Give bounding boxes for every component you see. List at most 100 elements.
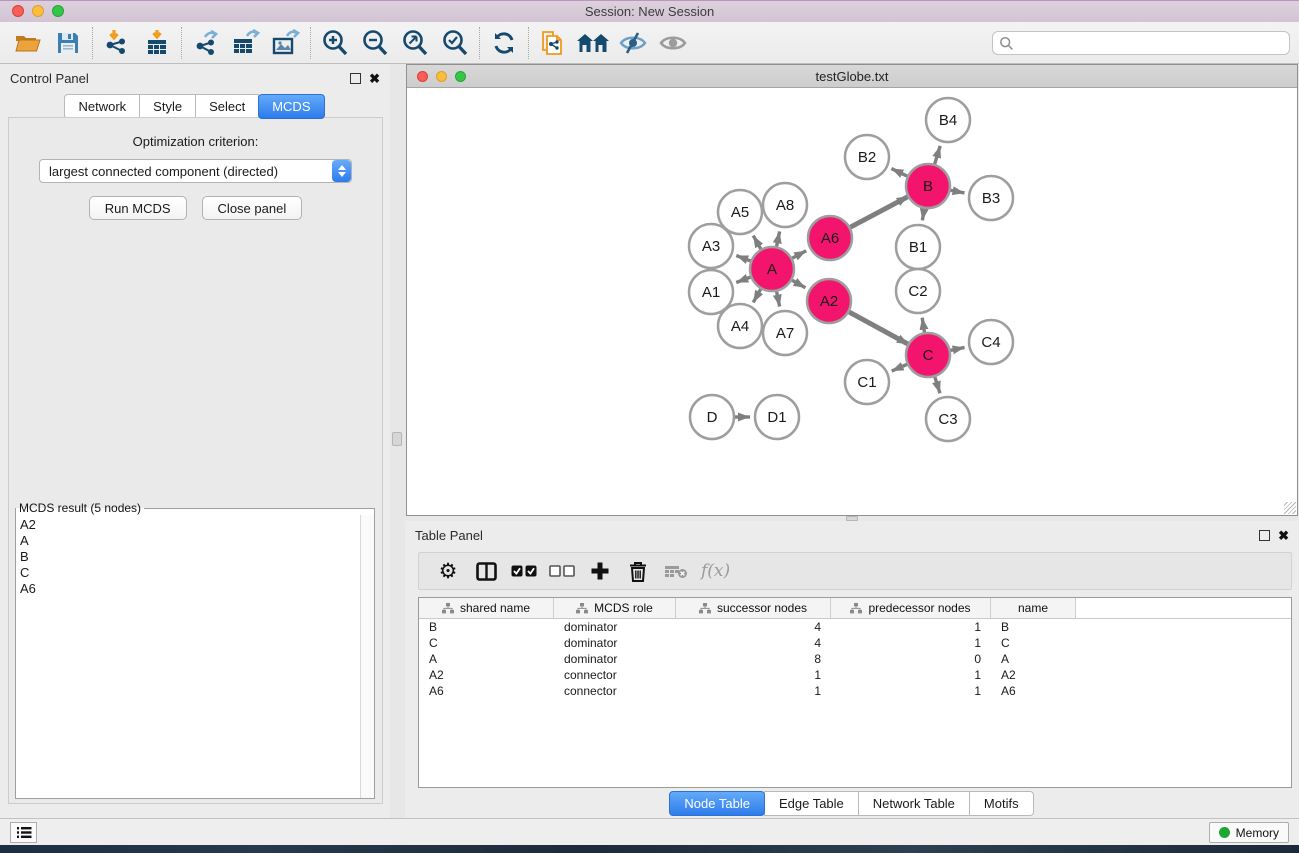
table-cell[interactable]: A2 bbox=[419, 668, 554, 682]
table-row[interactable]: Bdominator41B bbox=[419, 619, 1291, 635]
mcds-result-item[interactable]: C bbox=[16, 565, 360, 581]
table-settings-button[interactable]: ⚙ bbox=[429, 561, 467, 582]
graph-node[interactable]: A8 bbox=[763, 183, 807, 227]
graph-edge[interactable] bbox=[950, 190, 965, 193]
table-header-row[interactable]: shared nameMCDS rolesuccessor nodesprede… bbox=[419, 598, 1291, 619]
network-graph[interactable]: B4B2BB3A8A5A6A3B1AA1C2A2A4A7C4CC1DD1C3 bbox=[407, 88, 1297, 515]
graph-edge[interactable] bbox=[753, 236, 761, 250]
table-cell[interactable]: A bbox=[991, 652, 1076, 666]
criterion-dropdown[interactable]: largest connected component (directed) bbox=[39, 159, 352, 183]
add-column-button[interactable] bbox=[581, 561, 619, 581]
delete-table-button[interactable] bbox=[657, 563, 695, 579]
delete-column-button[interactable] bbox=[619, 561, 657, 582]
hide-selected-button[interactable] bbox=[613, 25, 653, 61]
refresh-button[interactable] bbox=[484, 25, 524, 61]
export-image-button[interactable] bbox=[266, 25, 306, 61]
mcds-result-item[interactable]: A2 bbox=[16, 517, 360, 533]
search-input[interactable] bbox=[1014, 33, 1289, 53]
zoom-out-button[interactable] bbox=[355, 25, 395, 61]
graph-node[interactable]: C2 bbox=[896, 269, 940, 313]
table-body[interactable]: Bdominator41BCdominator41CAdominator80AA… bbox=[419, 619, 1291, 699]
graph-node[interactable]: C4 bbox=[969, 320, 1013, 364]
table-cell[interactable]: C bbox=[991, 636, 1076, 650]
deselect-all-button[interactable] bbox=[543, 565, 581, 577]
panel-splitter[interactable] bbox=[390, 64, 405, 818]
open-session-button[interactable] bbox=[8, 25, 48, 61]
column-header-successor-nodes[interactable]: successor nodes bbox=[676, 598, 831, 618]
import-network-button[interactable] bbox=[97, 25, 137, 61]
graph-edge[interactable] bbox=[736, 256, 751, 262]
table-row[interactable]: Adominator80A bbox=[419, 651, 1291, 667]
zoom-in-button[interactable] bbox=[315, 25, 355, 61]
column-header-name[interactable]: name bbox=[991, 598, 1076, 618]
column-header-MCDS-role[interactable]: MCDS role bbox=[554, 598, 676, 618]
graph-edge[interactable] bbox=[892, 364, 908, 371]
tab-motifs[interactable]: Motifs bbox=[969, 791, 1034, 816]
float-table-panel-icon[interactable] bbox=[1259, 530, 1270, 541]
window-resize-handle[interactable] bbox=[1284, 502, 1296, 514]
table-row[interactable]: Cdominator41C bbox=[419, 635, 1291, 651]
graph-edge[interactable] bbox=[849, 196, 908, 227]
graph-edge[interactable] bbox=[791, 251, 806, 259]
table-cell[interactable]: 8 bbox=[676, 652, 831, 666]
import-table-button[interactable] bbox=[137, 25, 177, 61]
select-all-button[interactable] bbox=[505, 565, 543, 577]
graph-node[interactable]: A3 bbox=[689, 224, 733, 268]
mcds-result-list[interactable]: A2ABCA6 bbox=[16, 517, 360, 798]
table-cell[interactable]: 1 bbox=[676, 684, 831, 698]
export-table-button[interactable] bbox=[226, 25, 266, 61]
graph-edge[interactable] bbox=[950, 347, 965, 350]
table-row[interactable]: A6connector11A6 bbox=[419, 683, 1291, 699]
graph-node[interactable]: A4 bbox=[718, 304, 762, 348]
tab-edge-table[interactable]: Edge Table bbox=[764, 791, 859, 816]
mcds-list-scrollbar[interactable] bbox=[360, 515, 374, 798]
zoom-fit-button[interactable] bbox=[395, 25, 435, 61]
run-mcds-button[interactable]: Run MCDS bbox=[89, 196, 187, 220]
graph-edge[interactable] bbox=[848, 312, 908, 345]
graph-node[interactable]: A bbox=[750, 247, 794, 291]
mcds-result-item[interactable]: A6 bbox=[16, 581, 360, 597]
graph-edge[interactable] bbox=[922, 318, 924, 334]
table-cell[interactable]: dominator bbox=[554, 636, 676, 650]
graph-edge[interactable] bbox=[935, 376, 940, 393]
tab-node-table[interactable]: Node Table bbox=[669, 791, 765, 816]
graph-edge[interactable] bbox=[791, 280, 805, 288]
graph-node[interactable]: B2 bbox=[845, 135, 889, 179]
close-panel-button[interactable]: Close panel bbox=[202, 196, 303, 220]
column-layout-button[interactable] bbox=[467, 562, 505, 581]
graph-edge[interactable] bbox=[776, 231, 779, 247]
column-header-shared-name[interactable]: shared name bbox=[419, 598, 554, 618]
graph-node[interactable]: C1 bbox=[845, 360, 889, 404]
tab-mcds[interactable]: MCDS bbox=[258, 94, 324, 119]
network-canvas[interactable]: B4B2BB3A8A5A6A3B1AA1C2A2A4A7C4CC1DD1C3 bbox=[407, 88, 1297, 515]
table-cell[interactable]: 4 bbox=[676, 636, 831, 650]
show-panels-button[interactable] bbox=[10, 822, 37, 843]
table-cell[interactable]: 1 bbox=[831, 668, 991, 682]
close-panel-icon[interactable]: ✖ bbox=[369, 72, 380, 85]
graph-node[interactable]: B1 bbox=[896, 225, 940, 269]
table-cell[interactable]: 1 bbox=[831, 636, 991, 650]
graph-node[interactable]: C3 bbox=[926, 397, 970, 441]
zoom-selected-button[interactable] bbox=[435, 25, 475, 61]
table-cell[interactable]: 1 bbox=[831, 684, 991, 698]
table-row[interactable]: A2connector11A2 bbox=[419, 667, 1291, 683]
table-cell[interactable]: 4 bbox=[676, 620, 831, 634]
graph-edge[interactable] bbox=[922, 208, 924, 221]
table-cell[interactable]: A6 bbox=[991, 684, 1076, 698]
graph-node[interactable]: A7 bbox=[763, 311, 807, 355]
search-field[interactable] bbox=[992, 31, 1290, 55]
graph-node[interactable]: B4 bbox=[926, 98, 970, 142]
tab-select[interactable]: Select bbox=[195, 94, 259, 119]
close-table-panel-icon[interactable]: ✖ bbox=[1278, 529, 1289, 542]
memory-button[interactable]: Memory bbox=[1209, 822, 1289, 843]
tab-style[interactable]: Style bbox=[139, 94, 196, 119]
graph-node[interactable]: B3 bbox=[969, 176, 1013, 220]
tab-network[interactable]: Network bbox=[64, 94, 140, 119]
save-session-button[interactable] bbox=[48, 25, 88, 61]
graph-node[interactable]: A6 bbox=[808, 216, 852, 260]
table-cell[interactable]: A2 bbox=[991, 668, 1076, 682]
table-cell[interactable]: connector bbox=[554, 668, 676, 682]
graph-node[interactable]: D1 bbox=[755, 395, 799, 439]
table-cell[interactable]: dominator bbox=[554, 620, 676, 634]
table-cell[interactable]: connector bbox=[554, 684, 676, 698]
